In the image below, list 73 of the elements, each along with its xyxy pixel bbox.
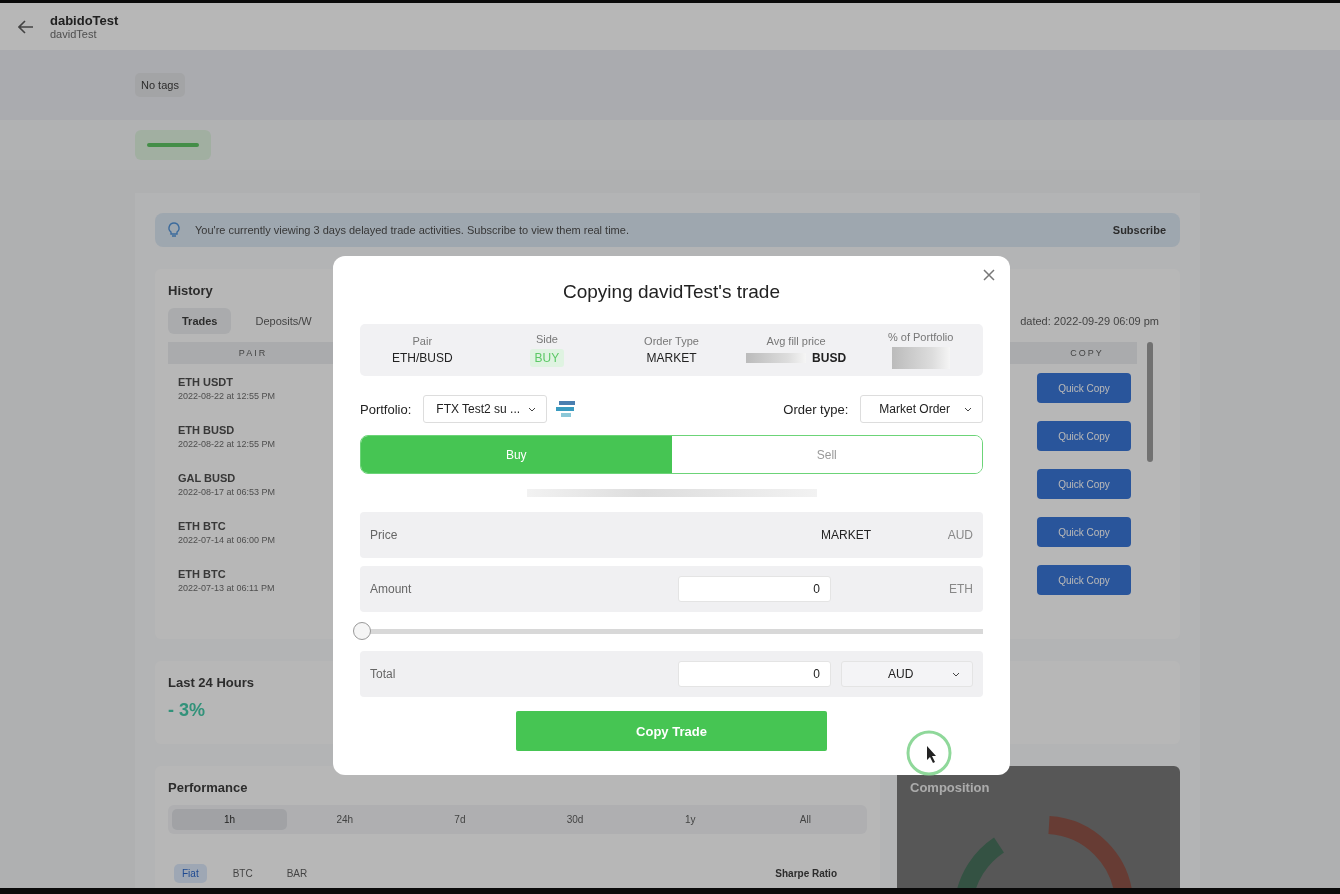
card-title: Composition	[910, 780, 990, 795]
redacted-bar	[891, 347, 950, 369]
summary-value: MARKET	[646, 351, 697, 365]
unit-label: AUD	[946, 528, 973, 542]
chevron-down-icon	[952, 671, 960, 677]
back-arrow-icon[interactable]	[18, 19, 34, 34]
summary-value: BUSD	[812, 351, 847, 365]
portfolio-select[interactable]: FTX Test2 su ...	[423, 395, 548, 423]
tag-chip: No tags	[135, 73, 185, 97]
amount-input[interactable]: 0	[678, 576, 831, 602]
quick-copy-button[interactable]: Quick Copy	[1037, 469, 1131, 499]
summary-label: Order Type	[644, 335, 699, 347]
trade-date: 2022-08-22 at 12:55 PM	[178, 390, 277, 401]
field-label: Amount	[370, 582, 413, 596]
period-tab[interactable]: 1h	[172, 809, 288, 830]
summary-label: Side	[535, 333, 558, 345]
side-badge: BUY	[529, 349, 565, 367]
card-title: Last 24 Hours	[168, 675, 254, 690]
total-input[interactable]: 0	[678, 661, 831, 687]
trader-name: dabidoTest	[50, 13, 119, 28]
lightbulb-icon	[167, 222, 181, 238]
period-tab[interactable]: All	[747, 809, 863, 830]
summary-value: ETH/BUSD	[391, 351, 453, 365]
history-tab[interactable]: Deposits/W	[241, 308, 326, 334]
currency-select[interactable]: AUD	[841, 661, 973, 687]
price-value: MARKET	[821, 528, 872, 542]
quick-copy-button[interactable]: Quick Copy	[1037, 565, 1131, 595]
change-value: - 3%	[168, 700, 205, 720]
slider-thumb[interactable]	[353, 622, 371, 640]
trade-pair: ETH BUSD	[178, 423, 236, 436]
field-label: Portfolio:	[360, 401, 412, 417]
redacted-bar	[746, 353, 807, 363]
trade-pair: ETH BTC	[178, 567, 227, 580]
period-tab[interactable]: 7d	[402, 809, 518, 830]
unit-tab[interactable]: BAR	[278, 864, 316, 883]
summary-label: Avg fill price	[766, 335, 826, 347]
exchange-logo-icon	[555, 399, 578, 419]
trade-pair: GAL BUSD	[178, 471, 237, 484]
updated-text: dated: 2022-09-29 06:09 pm	[1020, 315, 1159, 327]
metric-select[interactable]: Sharpe Ratio	[775, 868, 837, 879]
chevron-down-icon	[528, 406, 537, 412]
trade-date: 2022-07-13 at 06:11 PM	[178, 582, 276, 593]
unit-tab[interactable]: Fiat	[174, 864, 207, 883]
dialog-title: Copying davidTest's trade	[562, 280, 781, 304]
summary-label: Pair	[412, 335, 433, 347]
trade-pair: ETH BTC	[178, 519, 227, 532]
trade-pair: ETH USDT	[178, 375, 234, 388]
history-tab[interactable]: Trades	[168, 308, 232, 334]
field-label: Price	[370, 528, 399, 542]
chevron-down-icon	[964, 406, 972, 412]
quick-copy-button[interactable]: Quick Copy	[1037, 421, 1131, 451]
quick-copy-button[interactable]: Quick Copy	[1037, 373, 1131, 403]
field-label: Total	[370, 667, 397, 681]
card-title: History	[168, 283, 213, 298]
period-tab[interactable]: 30d	[517, 809, 633, 830]
quick-copy-button[interactable]: Quick Copy	[1037, 517, 1131, 547]
period-tab[interactable]: 24h	[287, 809, 403, 830]
subscribe-link[interactable]: Subscribe	[1112, 224, 1166, 236]
trade-date: 2022-08-17 at 06:53 PM	[178, 486, 277, 497]
banner-text: You're currently viewing 3 days delayed trade activities. Subscribe to view them real time.	[195, 224, 630, 236]
field-label: Order type:	[783, 401, 849, 417]
card-title: Performance	[168, 780, 248, 795]
column-header: PAIR	[238, 348, 268, 358]
trader-handle: davidTest	[50, 28, 98, 40]
unit-label: ETH	[948, 582, 973, 596]
order-type-select[interactable]: Market Order	[860, 395, 983, 423]
trade-date: 2022-08-22 at 12:55 PM	[178, 438, 277, 449]
scrollbar[interactable]	[1147, 342, 1153, 462]
unit-tab[interactable]: BTC	[224, 864, 261, 883]
trade-date: 2022-07-14 at 06:00 PM	[178, 534, 277, 545]
summary-label: % of Portfolio	[887, 331, 954, 343]
column-header: COPY	[1070, 348, 1104, 358]
period-tab[interactable]: 1y	[632, 809, 748, 830]
